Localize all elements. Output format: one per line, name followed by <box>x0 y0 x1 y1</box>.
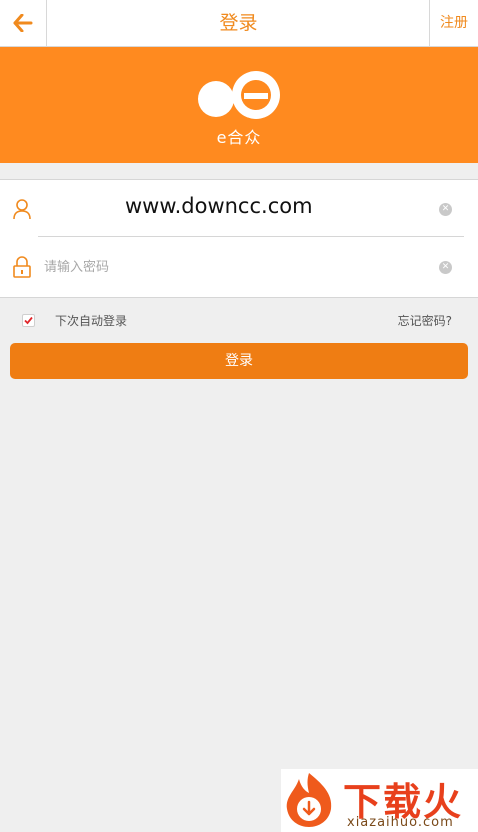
checkmark-icon <box>24 316 33 325</box>
register-button[interactable]: 注册 <box>429 0 478 46</box>
username-field[interactable]: www.downcc.com <box>125 194 313 218</box>
remember-label: 下次自动登录 <box>55 314 128 328</box>
clear-password-icon[interactable]: ✕ <box>439 261 452 274</box>
watermark-url: xiazaihuo.com <box>347 815 454 830</box>
remember-checkbox[interactable] <box>22 314 35 327</box>
back-button[interactable] <box>0 0 47 46</box>
password-row[interactable]: ✕ <box>0 238 478 294</box>
clear-username-icon[interactable]: ✕ <box>439 203 452 216</box>
arrow-left-icon <box>13 14 33 32</box>
forgot-password-link[interactable]: 忘记密码? <box>398 312 452 329</box>
password-field[interactable] <box>42 253 406 281</box>
user-icon <box>13 199 31 220</box>
watermark-logo: 下载火 xiazaihuo.com <box>281 769 478 832</box>
login-form: www.downcc.com ✕ ✕ <box>0 179 478 298</box>
flame-download-icon <box>286 773 332 827</box>
header-bar: 登录 注册 <box>0 0 478 47</box>
username-row[interactable]: www.downcc.com ✕ <box>0 180 478 236</box>
page-title: 登录 <box>219 12 258 34</box>
logo-text: e合众 <box>216 128 262 147</box>
lock-icon <box>13 256 31 278</box>
divider <box>38 236 464 237</box>
login-button[interactable]: 登录 <box>10 343 468 379</box>
app-logo-icon <box>198 71 280 119</box>
